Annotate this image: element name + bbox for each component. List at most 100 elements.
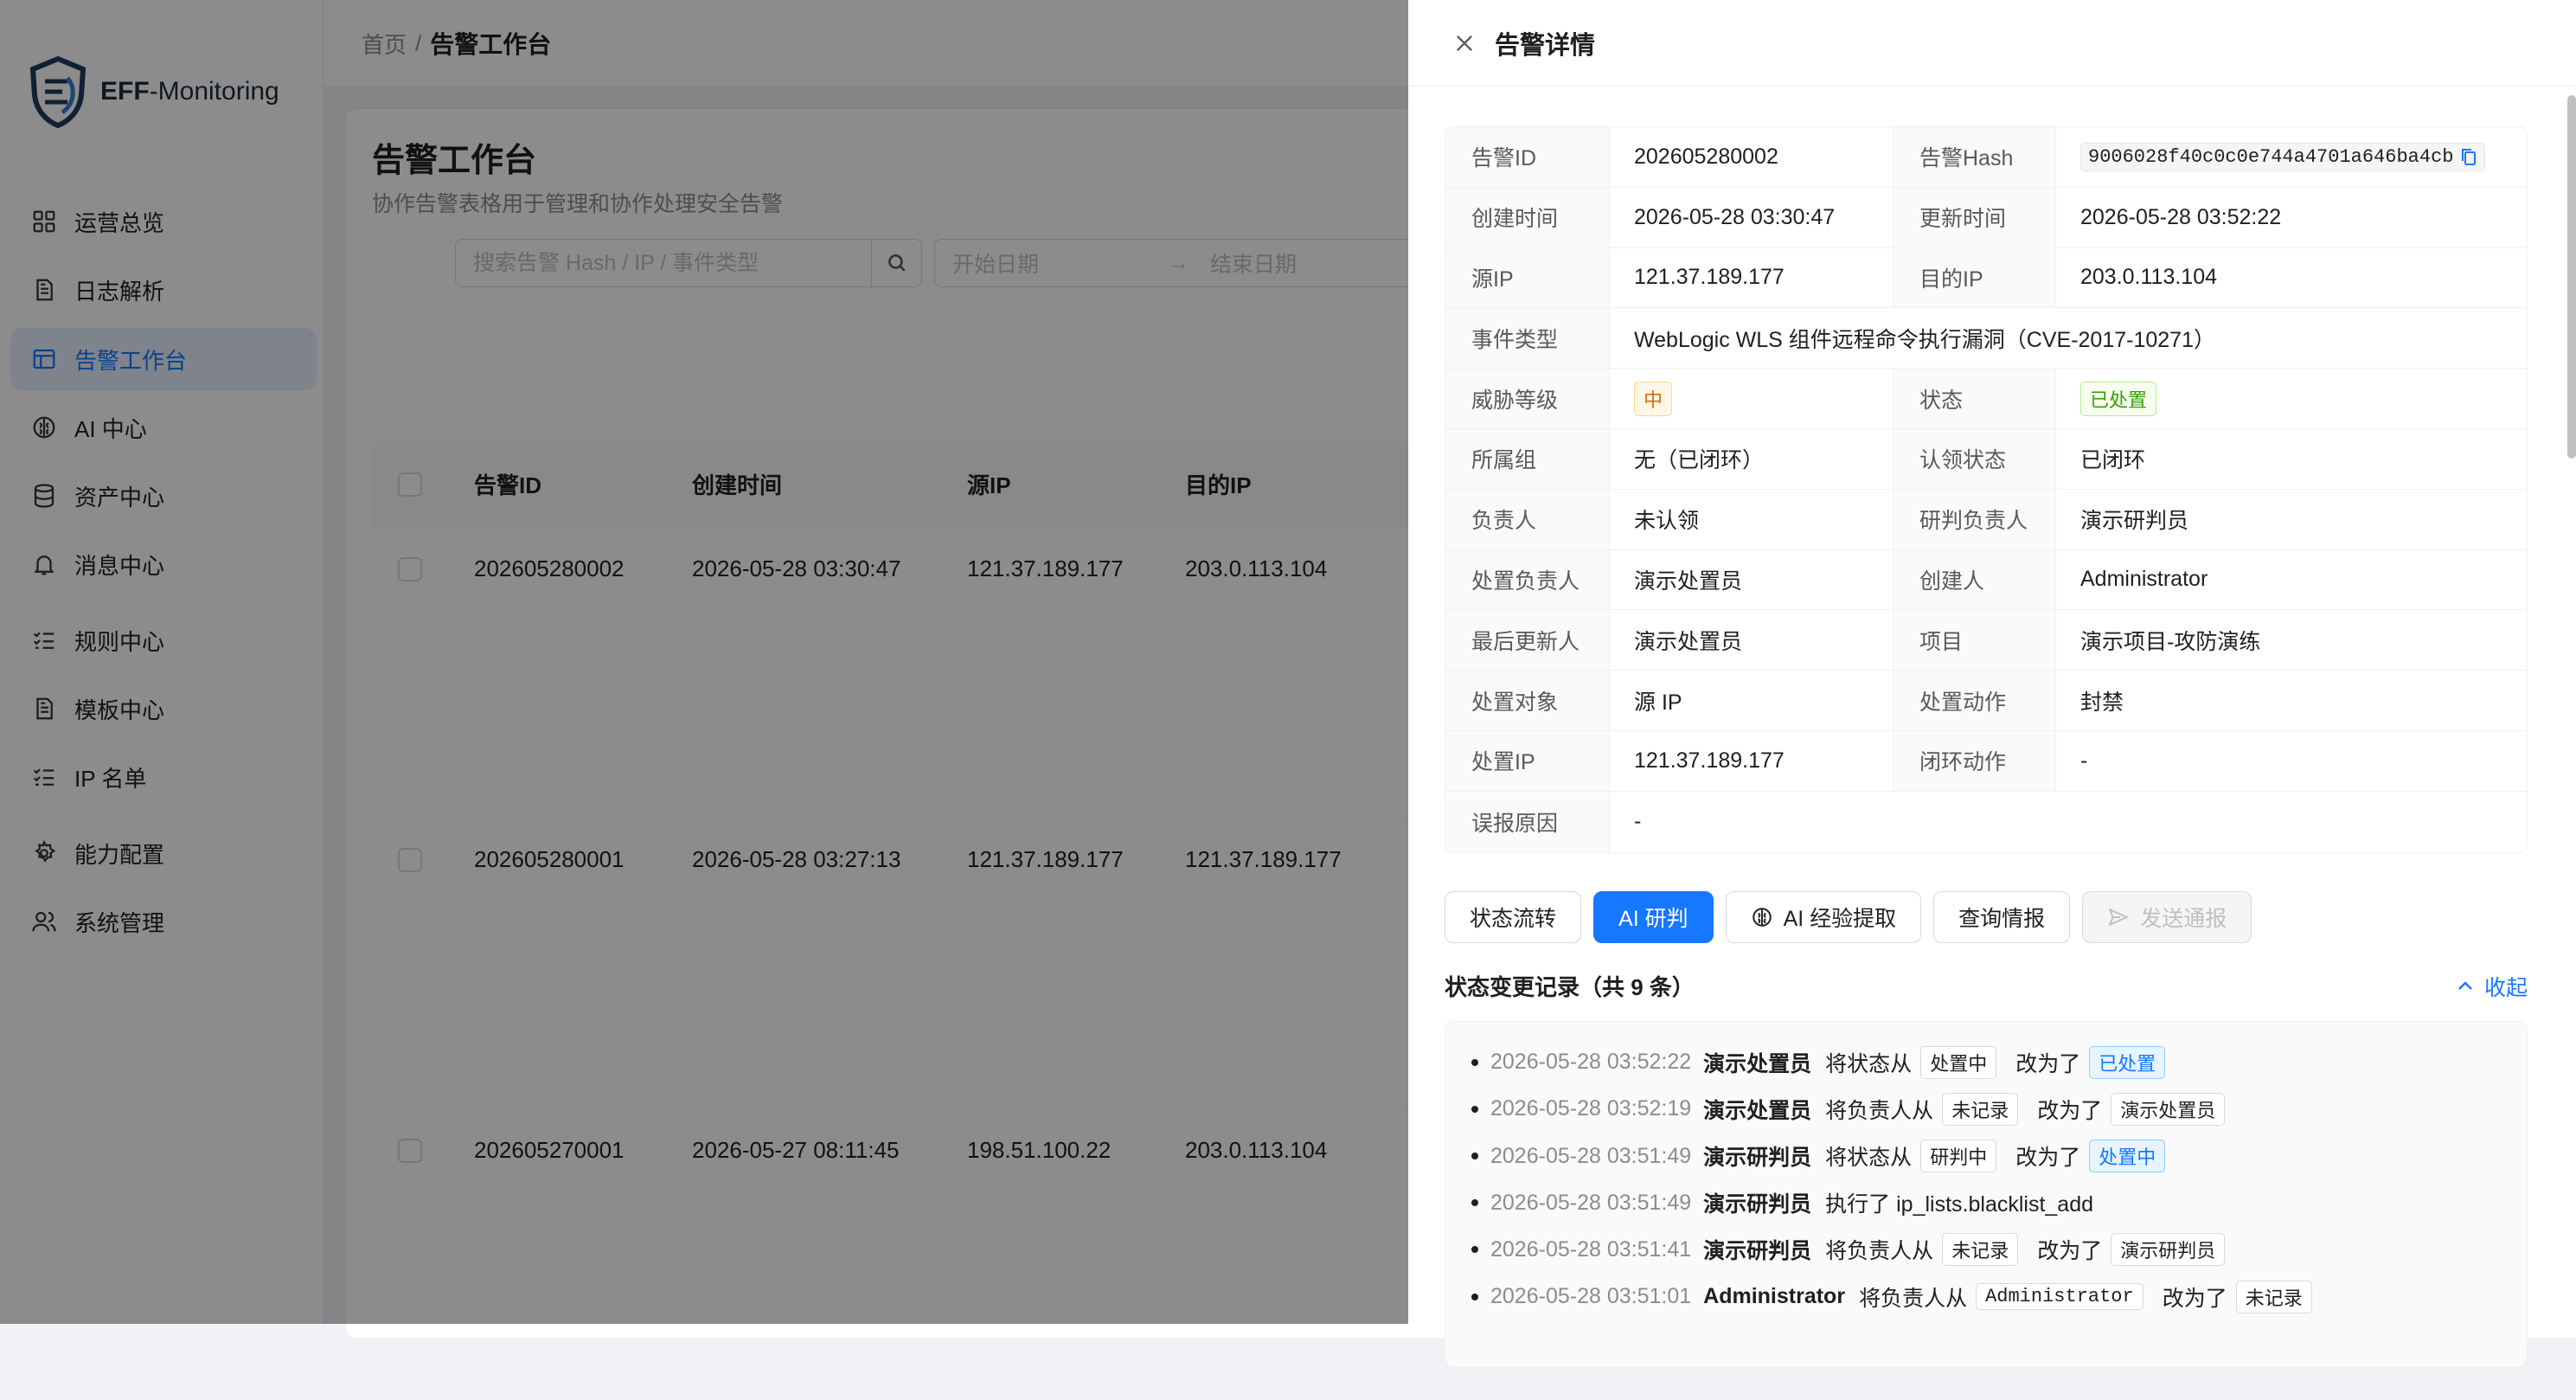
field-label: 更新时间 bbox=[1894, 187, 2056, 247]
field-label: 处置动作 bbox=[1894, 671, 2056, 730]
log-action: 将负责人从 bbox=[1825, 1098, 1934, 1123]
field-label: 告警Hash bbox=[1894, 127, 2056, 187]
ai-extract-button[interactable]: AI 经验提取 bbox=[1725, 890, 1922, 943]
analyst-value: 演示研判员 bbox=[2080, 509, 2189, 534]
desc-row: 所属组 无（已闭环） 认领状态 已闭环 bbox=[1445, 428, 2527, 490]
alert-detail-drawer: 告警详情 告警ID 202605280002 告警Hash 9006028f40… bbox=[1408, 0, 2576, 1367]
field-label: 研判负责人 bbox=[1894, 489, 2056, 549]
field-label: 威胁等级 bbox=[1445, 369, 1610, 428]
button-label: AI 经验提取 bbox=[1783, 906, 1897, 931]
claim-value: 已闭环 bbox=[2080, 448, 2146, 473]
last-updater-value: 演示处置员 bbox=[1610, 610, 1894, 671]
alert-id-value: 202605280002 bbox=[1610, 127, 1894, 187]
field-label: 处置IP bbox=[1445, 730, 1610, 791]
close-icon bbox=[1457, 35, 1472, 51]
copy-icon[interactable] bbox=[2460, 147, 2477, 166]
log-to-tag: 处置中 bbox=[2089, 1140, 2166, 1173]
status-cell: 已处置 bbox=[2056, 369, 2527, 428]
log-to-tag: 演示处置员 bbox=[2111, 1092, 2226, 1126]
log-from-tag: 未记录 bbox=[1942, 1092, 2019, 1126]
desc-row: 威胁等级 中 状态 已处置 bbox=[1445, 369, 2527, 429]
desc-row: 处置负责人 演示处置员 创建人 Administrator bbox=[1445, 549, 2527, 611]
send-icon bbox=[2108, 908, 2130, 927]
collapse-button[interactable]: 收起 bbox=[2455, 971, 2528, 1002]
log-time: 2026-05-28 03:51:49 bbox=[1490, 1143, 1692, 1168]
desc-row: 误报原因 - bbox=[1445, 791, 2527, 852]
created-value: 2026-05-28 03:30:47 bbox=[1610, 187, 1894, 247]
group-value: 无（已闭环） bbox=[1610, 428, 1894, 489]
log-to-tag: 已处置 bbox=[2089, 1045, 2166, 1079]
log-time: 2026-05-28 03:52:19 bbox=[1490, 1096, 1692, 1121]
log-time: 2026-05-28 03:51:01 bbox=[1490, 1284, 1692, 1309]
creator-value: Administrator bbox=[2080, 567, 2208, 592]
field-label: 创建人 bbox=[1894, 549, 2056, 610]
close-action-value: - bbox=[2080, 748, 2088, 773]
button-label: 查询情报 bbox=[1958, 906, 2046, 931]
log-action: 将负责人从 bbox=[1825, 1239, 1934, 1264]
list-item: 2026-05-28 03:51:41 演示研判员 将负责人从 未记录 改为了 … bbox=[1471, 1226, 2527, 1273]
desc-row: 源IP 121.37.189.177 目的IP 203.0.113.104 bbox=[1445, 247, 2527, 309]
log-from-tag: 处置中 bbox=[1920, 1045, 1997, 1079]
desc-row: 创建时间 2026-05-28 03:30:47 更新时间 2026-05-28… bbox=[1445, 187, 2527, 248]
list-item: 2026-05-28 03:51:49 演示研判员 将状态从 研判中 改为了 处… bbox=[1471, 1133, 2527, 1179]
field-label: 项目 bbox=[1894, 610, 2056, 671]
log-changed: 改为了 bbox=[2162, 1286, 2227, 1311]
bullet bbox=[1471, 1293, 1478, 1300]
target-value: 源 IP bbox=[1610, 671, 1894, 730]
action-value: 封禁 bbox=[2080, 690, 2124, 715]
field-label: 认领状态 bbox=[1894, 428, 2056, 489]
log-time: 2026-05-28 03:51:41 bbox=[1490, 1236, 1692, 1262]
false-reason-value: - bbox=[1634, 809, 1642, 834]
list-item: 2026-05-28 03:51:01 Administrator 将负责人从 … bbox=[1471, 1274, 2527, 1320]
updated-value: 2026-05-28 03:52:22 bbox=[2080, 204, 2282, 229]
drawer-scrollbar[interactable] bbox=[2567, 95, 2576, 459]
status-log-list: 2026-05-28 03:52:22 演示处置员 将状态从 处置中 改为了 已… bbox=[1445, 1020, 2528, 1367]
button-label: 发送通报 bbox=[2140, 906, 2227, 931]
log-to-tag: 未记录 bbox=[2235, 1280, 2312, 1313]
action-bar: 状态流转 AI 研判 AI 经验提取 查询情报 发送通报 bbox=[1445, 890, 2528, 943]
desc-row: 最后更新人 演示处置员 项目 演示项目-攻防演练 bbox=[1445, 610, 2527, 671]
log-from-tag: 未记录 bbox=[1942, 1233, 2019, 1267]
log-user: 演示处置员 bbox=[1703, 1051, 1812, 1076]
button-label: 状态流转 bbox=[1470, 906, 1557, 931]
log-user: 演示处置员 bbox=[1703, 1098, 1812, 1123]
project-value: 演示项目-攻防演练 bbox=[2080, 629, 2261, 654]
desc-row: 处置对象 源 IP 处置动作 封禁 bbox=[1445, 671, 2527, 731]
hash-text: 9006028f40c0c0e744a4701a646ba4cb bbox=[2088, 145, 2454, 168]
status-badge: 已处置 bbox=[2080, 381, 2157, 416]
status-flow-button[interactable]: 状态流转 bbox=[1445, 890, 1582, 943]
list-item: 2026-05-28 03:52:22 演示处置员 将状态从 处置中 改为了 已… bbox=[1471, 1039, 2527, 1086]
field-label: 告警ID bbox=[1445, 127, 1610, 187]
log-changed: 改为了 bbox=[2015, 1146, 2081, 1171]
field-label: 事件类型 bbox=[1445, 308, 1610, 369]
log-user: 演示研判员 bbox=[1703, 1146, 1812, 1171]
query-intel-button[interactable]: 查询情报 bbox=[1933, 890, 2071, 943]
log-changed: 改为了 bbox=[2037, 1098, 2103, 1123]
field-label: 处置负责人 bbox=[1445, 549, 1610, 610]
log-time: 2026-05-28 03:51:49 bbox=[1490, 1190, 1692, 1215]
dst-ip-value: 203.0.113.104 bbox=[2080, 265, 2218, 290]
drawer-body: 告警ID 202605280002 告警Hash 9006028f40c0c0e… bbox=[1445, 126, 2528, 1367]
log-from-tag: Administrator bbox=[1976, 1283, 2143, 1311]
close-button[interactable] bbox=[1448, 27, 1481, 60]
send-notice-button[interactable]: 发送通报 bbox=[2082, 890, 2252, 943]
collapse-label: 收起 bbox=[2483, 975, 2528, 1000]
status-log-title: 状态变更记录（共 9 条） bbox=[1445, 974, 1695, 1001]
bullet bbox=[1471, 1058, 1478, 1066]
src-ip-value: 121.37.189.177 bbox=[1610, 247, 1894, 308]
log-action: 执行了 ip_lists.blacklist_add bbox=[1825, 1192, 2094, 1217]
drawer-mask[interactable] bbox=[0, 0, 1408, 1324]
ai-judge-button[interactable]: AI 研判 bbox=[1593, 890, 1714, 943]
bullet bbox=[1471, 1246, 1478, 1254]
log-action: 将状态从 bbox=[1825, 1051, 1913, 1076]
threat-level-tag: 中 bbox=[1634, 381, 1673, 416]
handle-ip-value: 121.37.189.177 bbox=[1610, 730, 1894, 791]
list-item: 2026-05-28 03:52:19 演示处置员 将负责人从 未记录 改为了 … bbox=[1471, 1086, 2527, 1133]
field-label: 最后更新人 bbox=[1445, 610, 1610, 671]
threat-cell: 中 bbox=[1610, 369, 1894, 428]
log-changed: 改为了 bbox=[2037, 1239, 2103, 1264]
event-type-value: WebLogic WLS 组件远程命令执行漏洞（CVE-2017-10271） bbox=[1634, 327, 2215, 352]
alert-descriptions: 告警ID 202605280002 告警Hash 9006028f40c0c0e… bbox=[1445, 126, 2528, 853]
owner-value: 未认领 bbox=[1610, 489, 1894, 549]
log-user: 演示研判员 bbox=[1703, 1239, 1812, 1264]
